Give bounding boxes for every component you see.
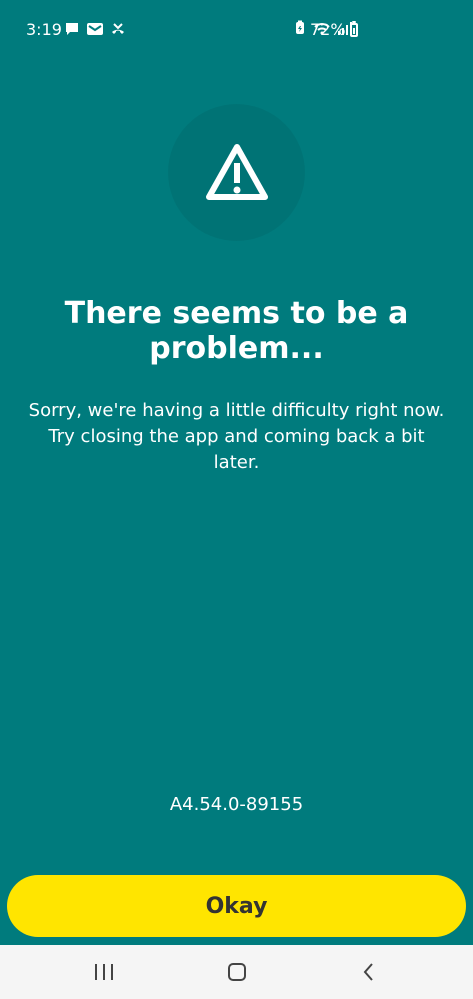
error-message: Sorry, we're having a little difficulty … bbox=[28, 400, 445, 473]
okay-button[interactable]: Okay bbox=[7, 875, 466, 937]
error-title: There seems to be a problem... bbox=[64, 296, 409, 366]
message-icon bbox=[64, 21, 80, 41]
status-bar: 3:19 72% bbox=[0, 0, 473, 58]
back-button[interactable] bbox=[329, 945, 409, 999]
missed-call-icon bbox=[110, 21, 126, 41]
alert-badge bbox=[168, 104, 305, 241]
battery-saver-icon bbox=[293, 20, 307, 40]
status-time: 3:19 bbox=[26, 20, 62, 39]
back-chevron-icon bbox=[363, 963, 373, 981]
recent-apps-icon bbox=[95, 964, 113, 980]
home-button[interactable] bbox=[197, 945, 277, 999]
warning-triangle-icon bbox=[205, 143, 268, 200]
system-navigation-bar bbox=[0, 945, 473, 999]
battery-percent: 72% bbox=[310, 20, 346, 39]
home-icon bbox=[228, 963, 246, 981]
battery-status: 72% bbox=[310, 20, 358, 40]
app-version: A4.54.0-89155 bbox=[169, 794, 304, 815]
battery-icon bbox=[349, 21, 358, 37]
notification-icons bbox=[64, 21, 126, 41]
mail-icon bbox=[86, 21, 104, 41]
recent-apps-button[interactable] bbox=[64, 945, 144, 999]
